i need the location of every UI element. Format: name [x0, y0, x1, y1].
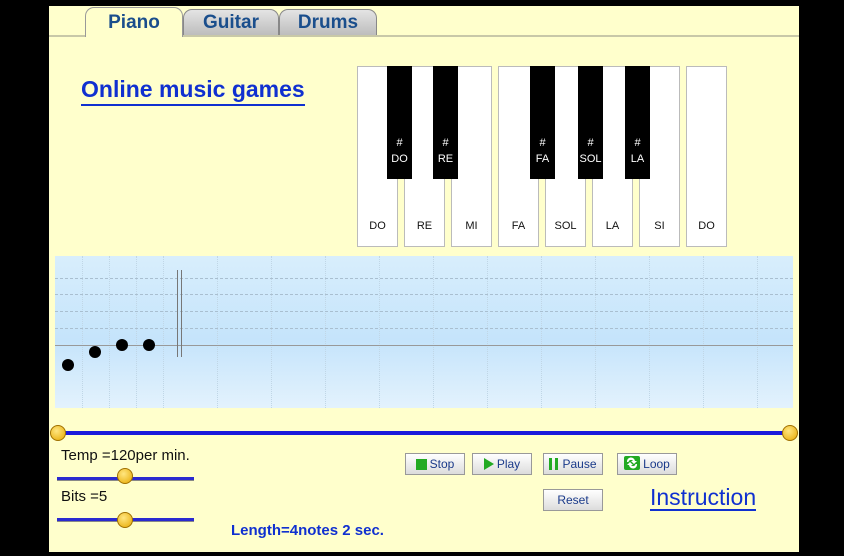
- black-key-label: FA: [535, 153, 550, 165]
- staff-line: [55, 311, 793, 312]
- play-button[interactable]: Play: [472, 453, 532, 475]
- sharp-sign: #: [539, 137, 546, 149]
- white-key-label: MI: [465, 220, 478, 232]
- stop-icon: [415, 458, 427, 470]
- tab-strip: Piano Guitar Drums: [49, 6, 799, 38]
- pause-button-label: Pause: [562, 457, 597, 471]
- play-icon: [483, 458, 494, 470]
- loop-button-label: Loop: [643, 457, 670, 471]
- timeline-start-handle[interactable]: [50, 425, 66, 441]
- pause-button[interactable]: Pause: [543, 453, 603, 475]
- white-key-label: LA: [605, 220, 620, 232]
- length-readout: Length=4notes 2 sec.: [231, 522, 384, 539]
- stop-button[interactable]: Stop: [405, 453, 465, 475]
- music-app: Piano Guitar Drums Online music games DO…: [49, 6, 799, 552]
- staff-line: [55, 328, 793, 329]
- white-key-label: SI: [654, 220, 665, 232]
- note[interactable]: [143, 339, 155, 351]
- black-key-label: SOL: [579, 153, 602, 165]
- black-key-label: DO: [391, 153, 408, 165]
- tab-guitar[interactable]: Guitar: [183, 9, 279, 35]
- tempo-label: Temp =120per min.: [61, 447, 190, 464]
- note[interactable]: [116, 339, 128, 351]
- white-key-label: SOL: [554, 220, 577, 232]
- white-key-label: DO: [369, 220, 386, 232]
- bits-label: Bits =5: [61, 488, 108, 505]
- staff-line: [55, 278, 793, 279]
- tab-piano[interactable]: Piano: [85, 7, 183, 37]
- white-key-label: RE: [416, 220, 433, 232]
- note[interactable]: [89, 346, 101, 358]
- staff-line: [55, 294, 793, 295]
- pause-icon: [549, 458, 559, 470]
- sharp-sign: #: [442, 137, 449, 149]
- instruction-link[interactable]: Instruction: [650, 485, 757, 511]
- loop-icon: [624, 455, 641, 473]
- play-button-label: Play: [496, 457, 521, 471]
- sharp-sign: #: [634, 137, 641, 149]
- timeline-track[interactable]: [55, 431, 797, 435]
- black-key-label: RE: [437, 153, 454, 165]
- staff-bar-line: [177, 270, 178, 357]
- sharp-sign: #: [396, 137, 403, 149]
- page-title[interactable]: Online music games: [81, 76, 305, 106]
- reset-button-label: Reset: [557, 493, 589, 507]
- bits-slider-handle[interactable]: [117, 512, 133, 528]
- staff-bar-line: [181, 270, 182, 357]
- tab-drums[interactable]: Drums: [279, 9, 377, 35]
- loop-button[interactable]: Loop: [617, 453, 677, 475]
- music-staff[interactable]: [55, 256, 793, 408]
- white-key-label: FA: [511, 220, 526, 232]
- white-key-label: DO: [698, 220, 715, 232]
- staff-line: [55, 345, 793, 346]
- tempo-slider-handle[interactable]: [117, 468, 133, 484]
- reset-button[interactable]: Reset: [543, 489, 603, 511]
- sharp-sign: #: [587, 137, 594, 149]
- note[interactable]: [62, 359, 74, 371]
- black-key-label: LA: [630, 153, 645, 165]
- timeline-end-handle[interactable]: [782, 425, 798, 441]
- stop-button-label: Stop: [429, 457, 455, 471]
